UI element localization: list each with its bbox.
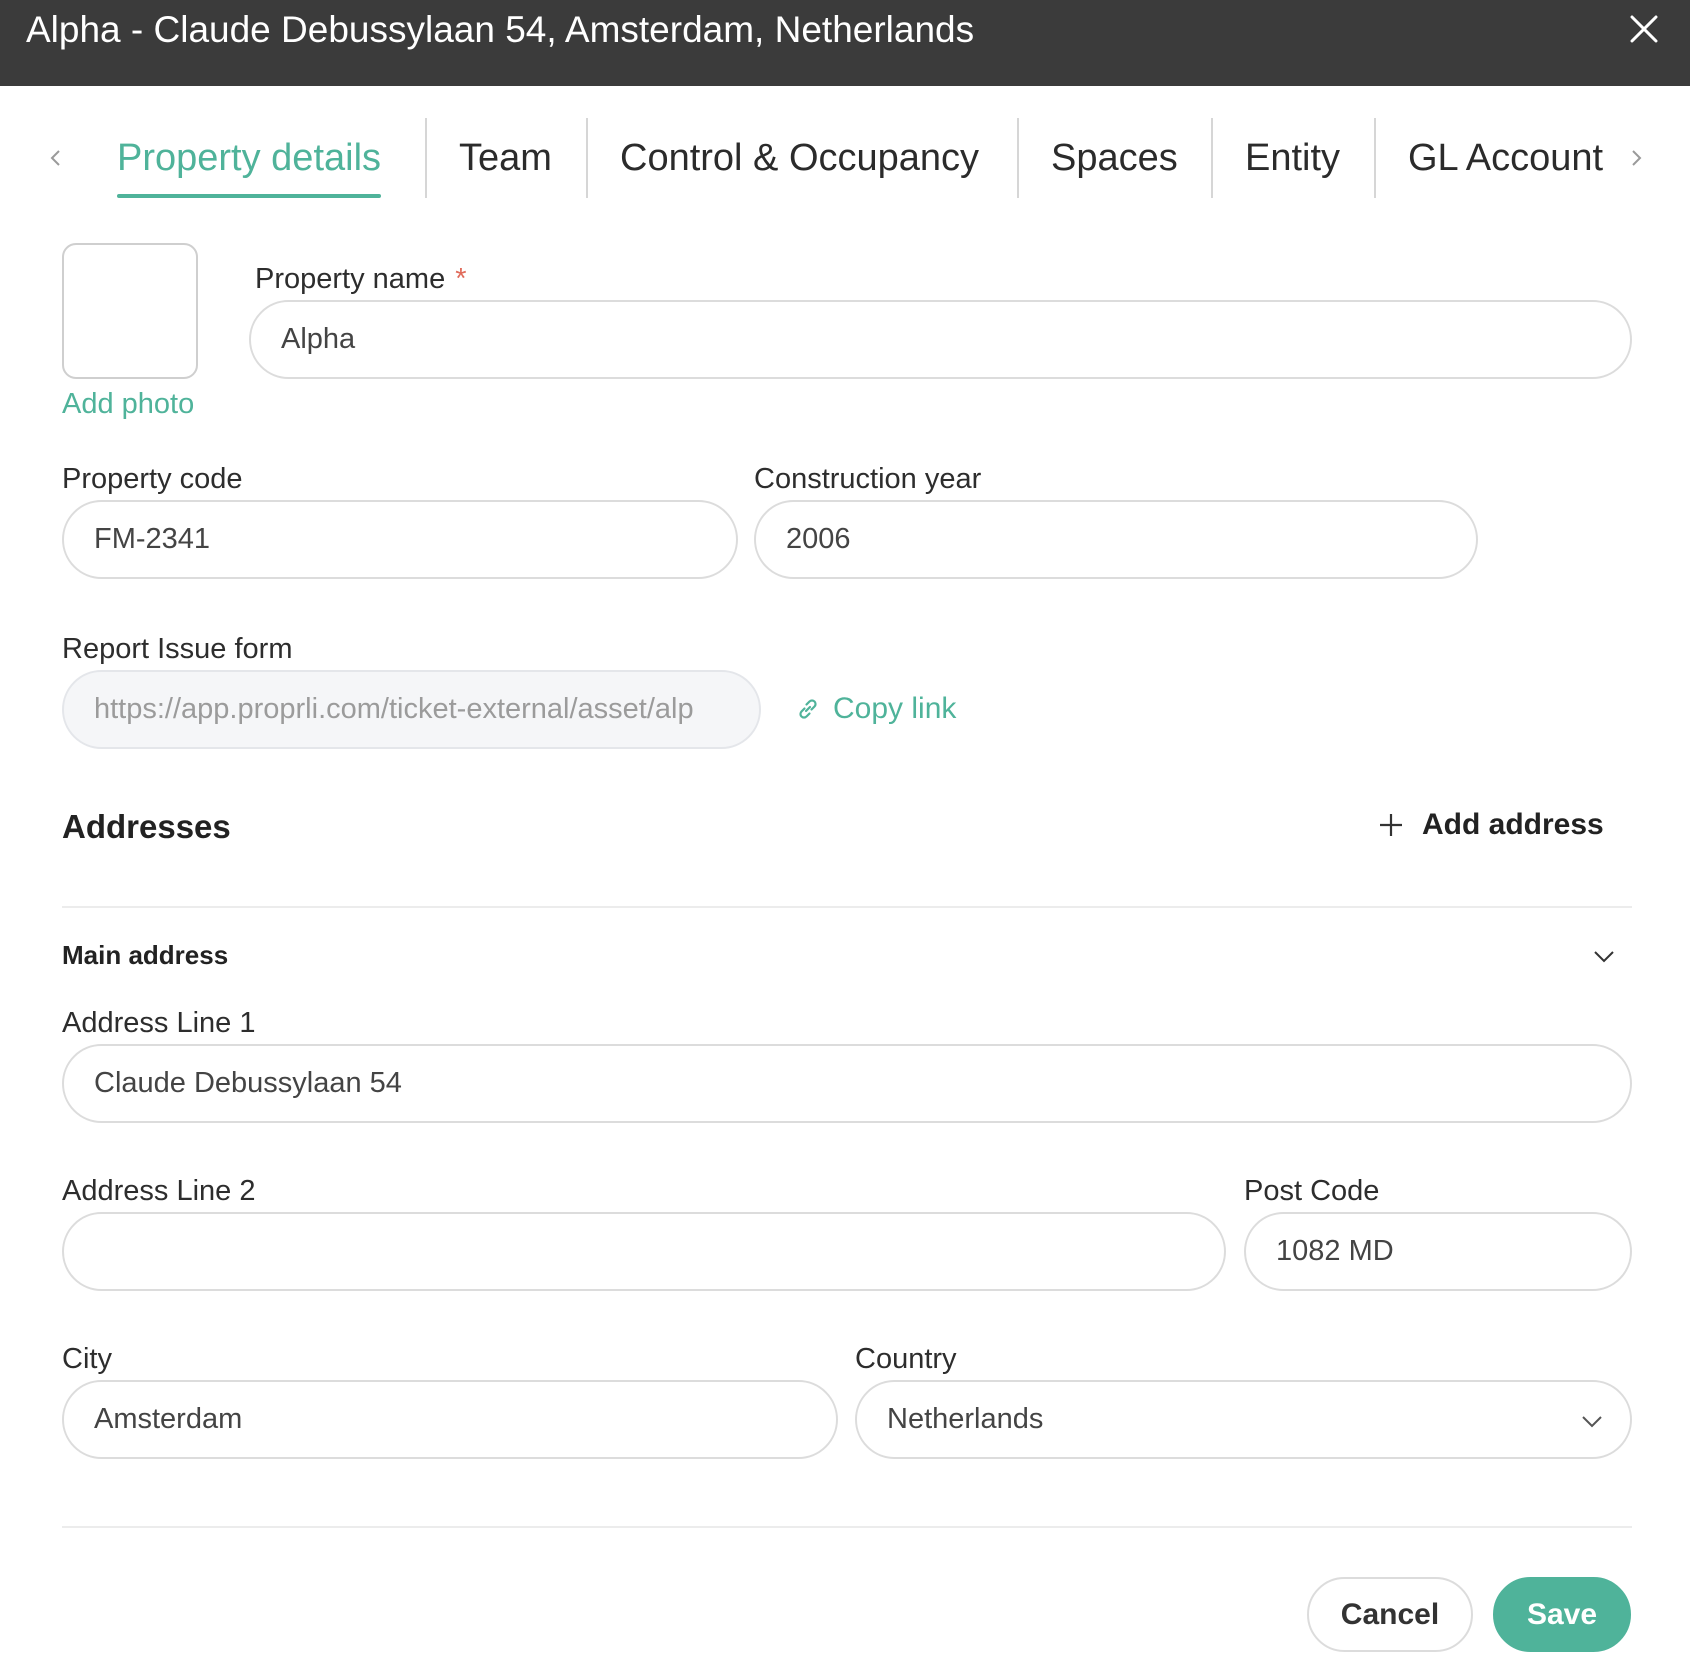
property-name-label: Property name * bbox=[255, 263, 467, 296]
address-line1-input[interactable]: Claude Debussylaan 54 bbox=[62, 1044, 1632, 1123]
copy-link-button[interactable]: Copy link bbox=[795, 692, 956, 726]
report-issue-url-input[interactable]: https://app.proprli.com/ticket-external/… bbox=[62, 670, 761, 749]
tab-team[interactable]: Team bbox=[459, 118, 552, 198]
copy-link-label: Copy link bbox=[833, 692, 957, 725]
property-code-label: Property code bbox=[62, 463, 243, 495]
tab-entity[interactable]: Entity bbox=[1245, 118, 1340, 198]
construction-year-input[interactable]: 2006 bbox=[754, 500, 1478, 579]
add-photo-link[interactable]: Add photo bbox=[62, 388, 194, 421]
address-line1-label: Address Line 1 bbox=[62, 1007, 256, 1039]
tab-divider bbox=[425, 118, 427, 198]
chevron-down-icon[interactable] bbox=[1592, 944, 1616, 968]
link-icon bbox=[799, 699, 817, 719]
plus-icon bbox=[1380, 814, 1402, 836]
section-divider bbox=[62, 906, 1632, 908]
required-marker: * bbox=[455, 263, 467, 295]
add-address-button[interactable]: Add address bbox=[1378, 808, 1604, 842]
close-icon[interactable] bbox=[1628, 13, 1660, 45]
tab-property-details[interactable]: Property details bbox=[117, 118, 382, 198]
address-line2-input[interactable] bbox=[62, 1212, 1226, 1291]
country-select[interactable]: Netherlands bbox=[855, 1380, 1632, 1459]
modal-header: Alpha - Claude Debussylaan 54, Amsterdam… bbox=[0, 0, 1690, 86]
post-code-input[interactable]: 1082 MD bbox=[1244, 1212, 1632, 1291]
tab-control-occupancy[interactable]: Control & Occupancy bbox=[620, 118, 979, 198]
active-tab-indicator bbox=[117, 194, 382, 198]
tab-divider bbox=[586, 118, 588, 198]
tab-divider bbox=[1017, 118, 1019, 198]
tab-gl-account[interactable]: GL Account bbox=[1408, 118, 1603, 198]
photo-placeholder[interactable] bbox=[62, 243, 198, 379]
footer-divider bbox=[62, 1526, 1632, 1528]
tab-label: GL Account bbox=[1408, 137, 1604, 179]
addresses-heading: Addresses bbox=[62, 808, 231, 845]
country-select-value: Netherlands bbox=[887, 1403, 1044, 1435]
city-input[interactable]: Amsterdam bbox=[62, 1380, 838, 1459]
tab-label: Control & Occupancy bbox=[620, 137, 980, 179]
add-address-label: Add address bbox=[1422, 808, 1604, 841]
tab-bar: Property details Team Control & Occupanc… bbox=[0, 118, 1690, 198]
city-label: City bbox=[62, 1343, 112, 1375]
chevron-right-icon[interactable] bbox=[1626, 148, 1646, 168]
tab-label: Spaces bbox=[1051, 137, 1178, 179]
address-line2-label: Address Line 2 bbox=[62, 1175, 256, 1207]
tab-label: Entity bbox=[1245, 137, 1341, 179]
tab-spaces[interactable]: Spaces bbox=[1051, 118, 1178, 198]
tab-label: Property details bbox=[117, 137, 382, 179]
modal-title: Alpha - Claude Debussylaan 54, Amsterdam… bbox=[26, 9, 975, 50]
cancel-button[interactable]: Cancel bbox=[1307, 1577, 1473, 1652]
tab-divider bbox=[1374, 118, 1376, 198]
property-code-input[interactable]: FM-2341 bbox=[62, 500, 738, 579]
main-address-heading: Main address bbox=[62, 940, 229, 970]
tab-divider bbox=[1211, 118, 1213, 198]
chevron-left-icon[interactable] bbox=[46, 148, 66, 168]
property-name-label-text: Property name bbox=[255, 263, 446, 295]
report-issue-label: Report Issue form bbox=[62, 633, 293, 665]
property-name-input[interactable]: Alpha bbox=[249, 300, 1632, 379]
construction-year-label: Construction year bbox=[754, 463, 982, 495]
country-label: Country bbox=[855, 1343, 957, 1375]
save-button[interactable]: Save bbox=[1493, 1577, 1631, 1652]
post-code-label: Post Code bbox=[1244, 1175, 1380, 1207]
chevron-down-icon bbox=[1582, 1416, 1602, 1428]
tab-label: Team bbox=[459, 137, 552, 179]
